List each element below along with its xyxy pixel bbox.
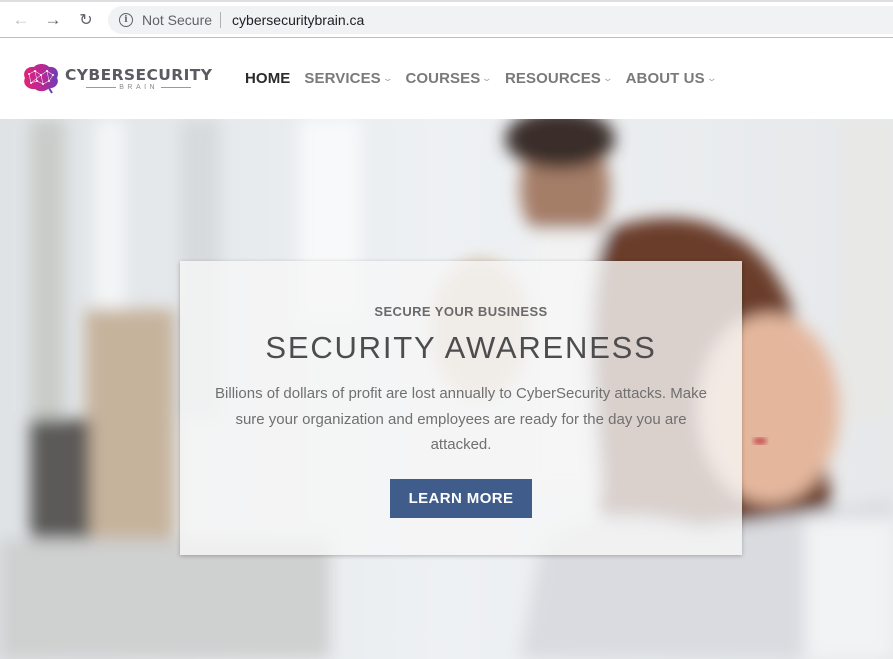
nav-home[interactable]: HOME — [245, 70, 290, 87]
logo-rule — [161, 86, 192, 88]
hero-card: SECURE YOUR BUSINESS SECURITY AWARENESS … — [180, 261, 742, 555]
tab-strip-edge — [0, 0, 893, 2]
hero-description: Billions of dollars of profit are lost a… — [215, 385, 707, 453]
nav-label: COURSES — [405, 70, 481, 87]
nav-label: SERVICES — [304, 70, 381, 87]
site-header: CYBERSECURITY BRAIN HOME SERVICES ⌄ COUR… — [0, 39, 893, 119]
arrow-left-icon: ← — [12, 10, 30, 29]
nav-label: ABOUT US — [625, 70, 705, 87]
arrow-right-icon: → — [44, 10, 62, 29]
reload-button[interactable]: ↻ — [75, 9, 97, 31]
nav-about-us[interactable]: ABOUT US ⌄ — [625, 70, 718, 87]
learn-more-button[interactable]: LEARN MORE — [390, 479, 532, 518]
chevron-down-icon: ⌄ — [705, 73, 718, 83]
nav-resources[interactable]: RESOURCES ⌄ — [505, 70, 614, 87]
reload-icon: ↻ — [79, 12, 93, 29]
info-icon[interactable]: i — [119, 13, 133, 27]
main-nav: HOME SERVICES ⌄ COURSES ⌄ RESOURCES ⌄ AB… — [245, 70, 729, 87]
divider — [220, 12, 222, 28]
logo-subtitle: BRAIN — [119, 83, 159, 91]
hero-banner: SECURE YOUR BUSINESS SECURITY AWARENESS … — [0, 119, 893, 659]
chevron-down-icon: ⌄ — [381, 73, 394, 83]
forward-button[interactable]: → — [42, 9, 64, 31]
logo-rule — [86, 86, 117, 88]
chevron-down-icon: ⌄ — [602, 73, 614, 83]
browser-toolbar: ← → ↻ i Not Secure cybersecuritybrain.ca — [0, 0, 893, 38]
back-button[interactable]: ← — [10, 9, 32, 31]
nav-label: HOME — [245, 70, 291, 87]
hero-headline: SECURITY AWARENESS — [265, 330, 657, 365]
address-bar[interactable]: i Not Secure cybersecuritybrain.ca — [108, 6, 893, 34]
brain-logo-icon — [24, 64, 59, 94]
site-logo[interactable]: CYBERSECURITY BRAIN — [19, 61, 214, 97]
security-status[interactable]: Not Secure — [142, 12, 212, 28]
nav-courses[interactable]: COURSES ⌄ — [405, 70, 493, 87]
nav-label: RESOURCES — [505, 70, 601, 87]
nav-services[interactable]: SERVICES ⌄ — [304, 70, 394, 87]
chevron-down-icon: ⌄ — [481, 73, 493, 83]
hero-eyebrow: SECURE YOUR BUSINESS — [374, 304, 548, 319]
logo-title: CYBERSECURITY — [65, 65, 213, 84]
url-text[interactable]: cybersecuritybrain.ca — [232, 12, 364, 28]
